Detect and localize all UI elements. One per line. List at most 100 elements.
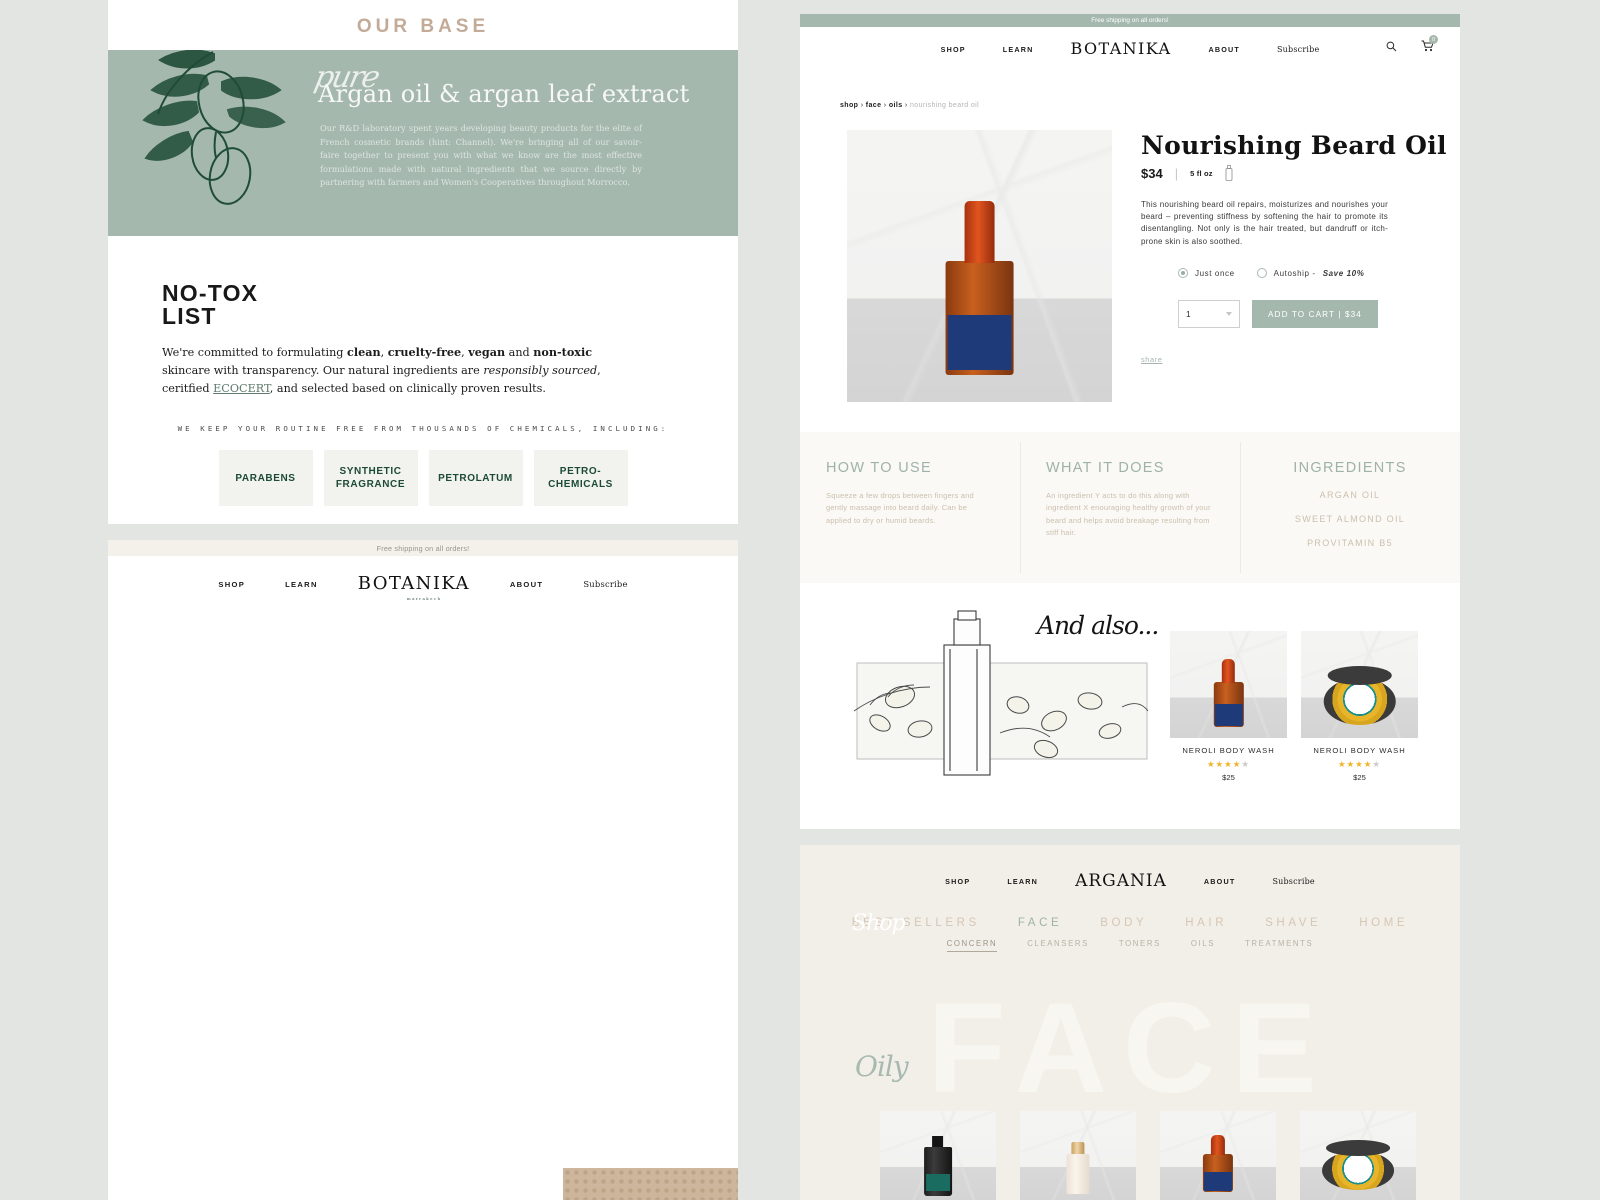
chevron-down-icon [1226, 312, 1232, 316]
star-off-icon: ★ [1241, 759, 1251, 769]
grid-product-card[interactable] [880, 1111, 996, 1200]
product-price-row: $34 | 5 fl oz [1141, 165, 1233, 181]
ingredient-item: PROVITAMIN B5 [1307, 538, 1393, 548]
nav-item-shop[interactable]: SHOP [941, 45, 966, 54]
search-icon[interactable] [1386, 41, 1397, 52]
nav-icon-group: 0 [1386, 35, 1438, 52]
product-description: This nourishing beard oil repairs, moist… [1141, 200, 1388, 246]
grid-product-card[interactable] [1160, 1111, 1276, 1200]
category-body[interactable]: BODY [1100, 917, 1147, 929]
nav-item-subscribe[interactable]: Subscribe [1277, 45, 1319, 54]
chemical-chip: PETRO- CHEMICALS [533, 450, 628, 506]
copy-bold-vegan: vegan [468, 345, 506, 359]
nav-item-subscribe[interactable]: Subscribe [583, 579, 627, 589]
marrakech-riad-photo [563, 1168, 738, 1200]
category-hair[interactable]: HAIR [1185, 917, 1227, 929]
radio-selected-icon[interactable] [1178, 268, 1188, 278]
mist-bottle [1066, 1142, 1090, 1194]
nav-item-shop[interactable]: SHOP [945, 877, 970, 886]
quantity-select[interactable]: 1 [1178, 300, 1240, 328]
add-to-cart-button[interactable]: ADD TO CART | $34 [1252, 300, 1378, 328]
info-heading: INGREDIENTS [1293, 460, 1407, 476]
nav-item-learn[interactable]: LEARN [285, 580, 318, 589]
price-divider: | [1174, 165, 1179, 181]
breadcrumb-shop[interactable]: shop [840, 102, 858, 109]
breadcrumb-face[interactable]: face [866, 102, 882, 109]
share-link[interactable]: share [1141, 355, 1163, 364]
beard-oil-bottle [945, 201, 1014, 375]
screenshot-canvas: OUR BASE pure Argan oil & argan leaf ext… [0, 0, 1600, 1200]
related-product-graphic [1301, 631, 1418, 738]
brand-logo[interactable]: BOTANIKA marrakech [358, 575, 470, 602]
breadcrumb-sep: › [883, 102, 887, 109]
nav-item-about[interactable]: ABOUT [510, 580, 544, 589]
nav-item-about[interactable]: ABOUT [1208, 45, 1240, 54]
related-products-list: NEROLI BODY WASH ★★★★★ $25 NEROLI BODY W… [1170, 631, 1418, 782]
no-tox-subheading: WE KEEP YOUR ROUTINE FREE FROM THOUSANDS… [177, 424, 669, 433]
star-off-icon: ★ [1372, 759, 1382, 769]
cart-icon[interactable]: 0 [1421, 35, 1438, 52]
product-hero-graphic [847, 130, 1112, 402]
product-grid [880, 1111, 1416, 1200]
brand-logo[interactable]: BOTANIKA [1071, 40, 1172, 58]
info-column-ingredients: INGREDIENTS ARGAN OIL SWEET ALMOND OIL P… [1240, 432, 1460, 583]
no-tox-heading-line1: NO-TOX [162, 280, 259, 306]
bottle-icon [1225, 165, 1233, 181]
nav-item-about[interactable]: ABOUT [1204, 877, 1236, 886]
info-column-what-it-does: WHAT IT DOES An ingredient Y acts to do … [1020, 432, 1240, 583]
also-script-heading: And also... [1037, 611, 1159, 640]
ecocert-link[interactable]: ECOCERT [213, 382, 270, 395]
oily-script-label: Oily [855, 1050, 909, 1083]
purchase-option-row: Just once Autoship - Save 10% [1178, 268, 1364, 278]
nav-item-shop[interactable]: SHOP [218, 580, 245, 589]
product-info-strip: HOW TO USE Squeeze a few drops between f… [800, 432, 1460, 583]
ingredient-item: ARGAN OIL [1319, 490, 1381, 500]
brand-logo-subtext: marrakech [406, 596, 442, 601]
argan-hero-band: pure Argan oil & argan leaf extract Our … [108, 50, 738, 236]
ghost-category-word: FACE [927, 977, 1333, 1120]
radio-unselected-icon[interactable] [1256, 268, 1267, 278]
grid-product-card[interactable] [1300, 1111, 1416, 1200]
breadcrumb-sep: › [860, 102, 864, 109]
hero-heading: Argan oil & argan leaf extract [318, 80, 690, 108]
breadcrumb-oils[interactable]: oils [889, 102, 903, 109]
subcategory-treatments[interactable]: TREATMENTS [1245, 939, 1313, 952]
copy-seg-2: , [380, 346, 388, 359]
nav-item-learn[interactable]: LEARN [1007, 877, 1038, 886]
product-price: $34 [1141, 165, 1163, 181]
copy-italic-sourced: responsibly sourced [483, 364, 598, 377]
nav-item-learn[interactable]: LEARN [1003, 45, 1034, 54]
category-home[interactable]: HOME [1359, 917, 1408, 929]
option-autoship[interactable]: Autoship - Save 10% [1256, 268, 1365, 278]
option-autoship-save: Save 10% [1322, 268, 1365, 278]
product-title: Nourishing Beard Oil [1141, 131, 1447, 160]
category-shave[interactable]: SHAVE [1265, 917, 1321, 929]
info-heading: HOW TO USE [826, 460, 932, 476]
dropper-bottle [1202, 1134, 1234, 1192]
also-section: And also... NEROLI BODY WASH ★★★★★ $25 N… [800, 583, 1460, 829]
subcategory-toners[interactable]: TONERS [1119, 939, 1161, 952]
rating-stars: ★★★★★ [1337, 759, 1382, 769]
subcategory-concern[interactable]: CONCERN [946, 939, 998, 952]
quantity-value: 1 [1186, 309, 1191, 319]
grid-product-graphic [1300, 1111, 1416, 1200]
related-product-name: NEROLI BODY WASH [1313, 746, 1406, 755]
category-face[interactable]: FACE [1018, 917, 1062, 929]
subcategory-cleansers[interactable]: CLEANSERS [1027, 939, 1089, 952]
subcategory-oils[interactable]: OILS [1191, 939, 1215, 952]
product-detail-board: Free shipping on all orders! SHOP LEARN … [800, 14, 1460, 829]
related-product-card[interactable]: NEROLI BODY WASH ★★★★★ $25 [1170, 631, 1287, 782]
related-product-price: $25 [1222, 773, 1235, 782]
argan-branch-illustration [118, 50, 318, 232]
copy-seg-1: We're committed to formulating [162, 346, 348, 359]
grid-product-card[interactable] [1020, 1111, 1136, 1200]
hero-body-copy: Our R&D laboratory spent years developin… [320, 123, 642, 188]
nav-item-subscribe[interactable]: Subscribe [1272, 877, 1314, 886]
product-size: 5 fl oz [1190, 168, 1213, 178]
no-tox-copy: We're committed to formulating clean, cr… [162, 343, 632, 398]
option-just-once[interactable]: Just once [1178, 268, 1235, 278]
breadcrumb-current: nourishing beard oil [909, 102, 980, 109]
product-hero-image[interactable] [847, 130, 1112, 402]
related-product-card[interactable]: NEROLI BODY WASH ★★★★★ $25 [1301, 631, 1418, 782]
brand-logo[interactable]: ARGANIA [1075, 871, 1167, 891]
